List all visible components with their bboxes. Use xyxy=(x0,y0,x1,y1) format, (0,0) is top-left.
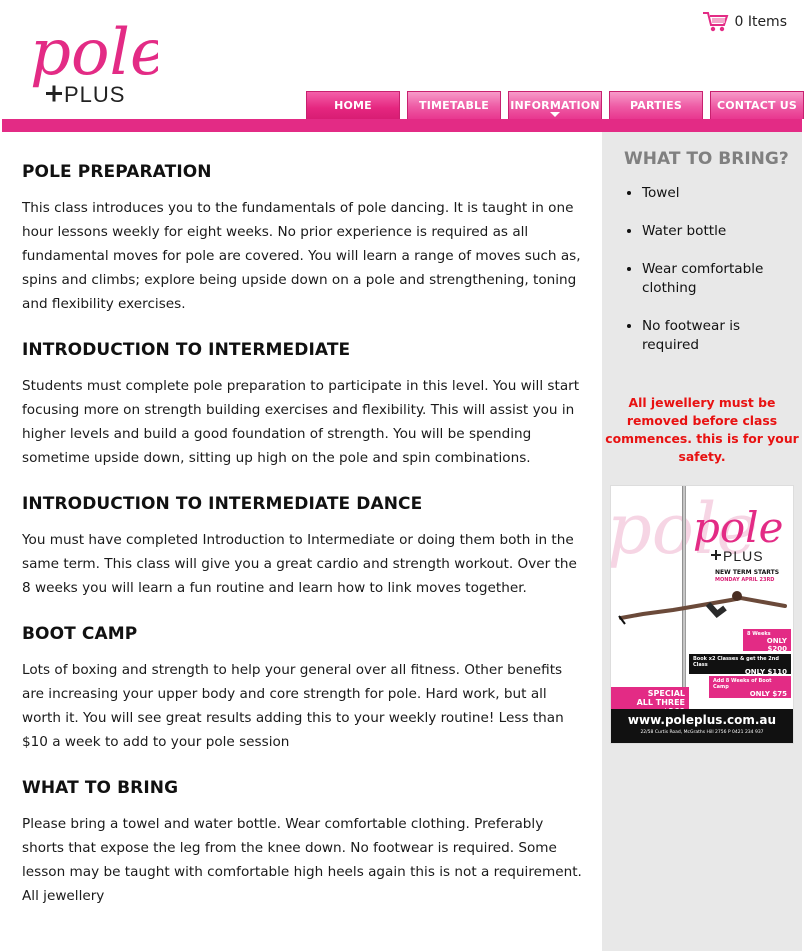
list-item: No footwear is required xyxy=(642,317,792,355)
sidebar-title: WHAT TO BRING? xyxy=(624,149,789,169)
nav-contact-us-label: CONTACT US xyxy=(716,99,798,112)
pole-plus-logo[interactable]: pole PLUS xyxy=(28,12,168,120)
cart-count: 0 Items xyxy=(734,14,787,30)
shopping-cart-icon xyxy=(702,10,730,34)
caret-down-icon xyxy=(550,112,560,117)
poster-url: www.poleplus.com.au xyxy=(627,713,777,727)
logo-sub: PLUS xyxy=(64,82,125,107)
nav-home[interactable]: HOME xyxy=(306,91,400,119)
cart-link[interactable]: 0 Items xyxy=(702,10,787,34)
section-text: Students must complete pole preparation … xyxy=(22,378,580,466)
poster-address: 22/58 Curtis Road, McGraths Hill 2756 P … xyxy=(640,730,764,735)
nav-contact-us[interactable]: CONTACT US xyxy=(710,91,804,119)
section-text: You must have completed Introduction to … xyxy=(22,532,577,596)
offer-title: Add 8 Weeks of Boot Camp xyxy=(713,678,772,690)
offer-price: ONLY $200 xyxy=(766,637,787,653)
poster-date: MONDAY APRIL 23RD xyxy=(715,577,775,583)
promo-poster[interactable]: pole pole PLUS NEW TERM STARTS MONDAY AP… xyxy=(611,486,793,743)
jewellery-warning: All jewellery must be removed before cla… xyxy=(605,395,799,464)
nav-parties[interactable]: PARTIES xyxy=(609,91,703,119)
offer-two-classes: Book x2 Classes & get the 2nd Class ONLY… xyxy=(689,654,791,676)
class-section: POLE PREPARATION This class introduces y… xyxy=(22,162,582,316)
poster-footer: www.poleplus.com.au 22/58 Curtis Road, M… xyxy=(611,709,793,743)
section-text: Please bring a towel and water bottle. W… xyxy=(22,816,582,904)
section-title: POLE PREPARATION xyxy=(22,162,212,182)
offer-eight-weeks: 8 Weeks ONLY $200 xyxy=(743,629,791,653)
list-item: Water bottle xyxy=(642,222,792,241)
nav-information-label: INFORMATION xyxy=(510,99,600,112)
list-item: Towel xyxy=(642,184,792,203)
nav-timetable[interactable]: TIMETABLE xyxy=(407,91,501,119)
section-text: This class introduces you to the fundame… xyxy=(22,200,581,312)
special-offer-badge: SPECIAL ALL THREE $360 xyxy=(611,687,689,716)
special-line: SPECIAL xyxy=(647,689,685,698)
main-content: POLE PREPARATION This class introduces y… xyxy=(22,148,582,932)
class-section: BOOT CAMP Lots of boxing and strength to… xyxy=(22,624,582,754)
main-nav: HOME TIMETABLE INFORMATION PARTIES CONTA… xyxy=(306,91,804,119)
section-text: Lots of boxing and strength to help your… xyxy=(22,662,564,750)
header-divider-bar xyxy=(2,119,802,132)
offer-boot-camp: Add 8 Weeks of Boot Camp ONLY $75 xyxy=(709,676,791,698)
class-section: INTRODUCTION TO INTERMEDIATE DANCE You m… xyxy=(22,494,582,600)
nav-information[interactable]: INFORMATION xyxy=(508,91,602,119)
section-title: INTRODUCTION TO INTERMEDIATE xyxy=(22,340,351,360)
poster-logo-sub: PLUS xyxy=(723,548,764,564)
poster-logo-word: pole xyxy=(693,503,783,552)
poster-logo: pole PLUS xyxy=(693,503,783,564)
nav-home-label: HOME xyxy=(334,99,372,112)
section-title: WHAT TO BRING xyxy=(22,778,179,798)
class-section: INTRODUCTION TO INTERMEDIATE Students mu… xyxy=(22,340,582,470)
nav-timetable-label: TIMETABLE xyxy=(419,99,489,112)
list-item: Wear comfortable clothing xyxy=(642,260,792,298)
logo-word: pole xyxy=(30,16,158,90)
offer-title: Book x2 Classes & get the 2nd Class xyxy=(693,656,779,668)
section-title: BOOT CAMP xyxy=(22,624,138,644)
bring-list: Towel Water bottle Wear comfortable clot… xyxy=(622,184,792,374)
class-section: WHAT TO BRING Please bring a towel and w… xyxy=(22,778,582,908)
poster-new-term: NEW TERM STARTS xyxy=(715,569,780,576)
logo-graphic: pole PLUS xyxy=(30,16,168,107)
nav-parties-label: PARTIES xyxy=(630,99,682,112)
offer-price: ONLY $75 xyxy=(749,690,787,698)
offer-price: ONLY $110 xyxy=(744,668,787,676)
section-title: INTRODUCTION TO INTERMEDIATE DANCE xyxy=(22,494,423,514)
